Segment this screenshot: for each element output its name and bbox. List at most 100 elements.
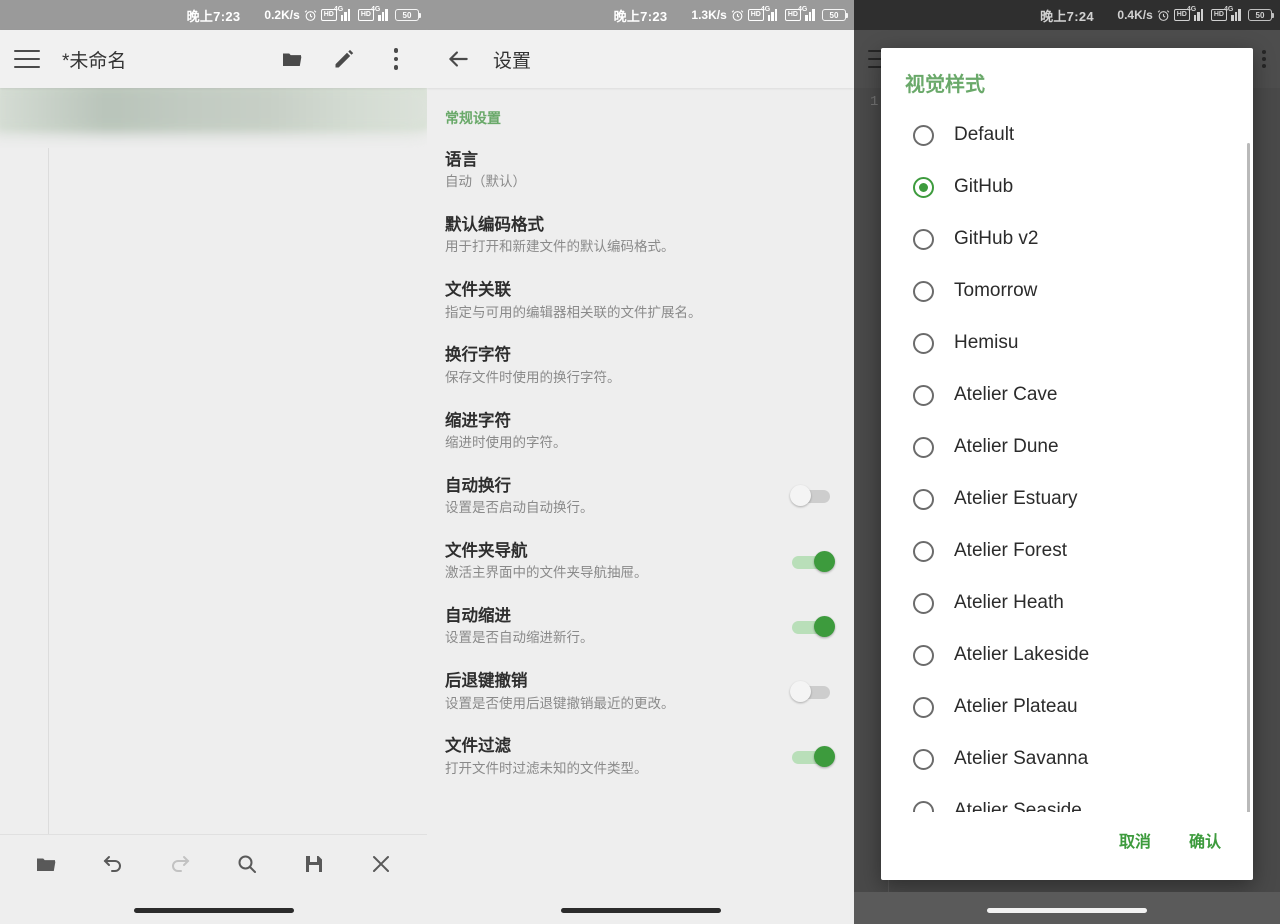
overflow-menu-icon[interactable] (379, 42, 413, 76)
pref-item[interactable]: 文件过滤 打开文件时过滤未知的文件类型。 (445, 724, 836, 789)
radio-option[interactable]: Atelier Plateau (889, 681, 1253, 733)
radio-icon[interactable] (913, 749, 934, 770)
radio-label: Atelier Estuary (954, 488, 1078, 510)
system-nav-bar-1 (0, 892, 427, 924)
menu-icon[interactable] (14, 50, 40, 68)
alarm-icon (304, 9, 317, 22)
pref-item[interactable]: 语言 自动（默认） (445, 138, 836, 203)
radio-icon[interactable] (913, 801, 934, 813)
pref-item[interactable]: 文件夹导航 激活主界面中的文件夹导航抽屉。 (445, 529, 836, 594)
back-arrow-icon[interactable] (441, 42, 475, 76)
confirm-button[interactable]: 确认 (1183, 822, 1227, 858)
pref-item[interactable]: 缩进字符 缩进时使用的字符。 (445, 399, 836, 464)
signal-icon-1: 4G (768, 9, 781, 21)
radio-option[interactable]: Atelier Forest (889, 525, 1253, 577)
radio-icon[interactable] (913, 281, 934, 302)
pref-summary: 设置是否使用后退键撤销最近的更改。 (445, 695, 780, 714)
redacted-content (0, 88, 427, 144)
pref-item[interactable]: 自动缩进 设置是否自动缩进新行。 (445, 594, 836, 659)
pref-summary: 缩进时使用的字符。 (445, 434, 836, 453)
pref-title: 语言 (445, 149, 836, 171)
radio-label: Tomorrow (954, 280, 1037, 302)
open-file-icon[interactable] (29, 847, 63, 881)
toggle-switch[interactable] (790, 681, 836, 703)
close-icon[interactable] (364, 847, 398, 881)
cancel-button[interactable]: 取消 (1113, 822, 1157, 858)
system-nav-bar-3 (854, 892, 1280, 924)
radio-label: Atelier Lakeside (954, 644, 1089, 666)
radio-icon[interactable] (913, 489, 934, 510)
radio-icon[interactable] (913, 229, 934, 250)
status-bar-editor: 晚上7:23 0.2K/s HD 4G HD 4G 50 (0, 0, 427, 30)
radio-option[interactable]: Tomorrow (889, 265, 1253, 317)
pref-text: 文件过滤 打开文件时过滤未知的文件类型。 (445, 735, 780, 778)
radio-option[interactable]: Atelier Cave (889, 369, 1253, 421)
panel-visual-style-dialog: 晚上7:24 0.4K/s HD 4G HD 4G 50 (854, 0, 1280, 924)
pref-title: 文件关联 (445, 279, 836, 301)
folder-open-icon[interactable] (275, 42, 309, 76)
radio-option[interactable]: Atelier Savanna (889, 733, 1253, 785)
gesture-pill[interactable] (987, 908, 1147, 913)
pref-item[interactable]: 后退键撤销 设置是否使用后退键撤销最近的更改。 (445, 659, 836, 724)
radio-option[interactable]: Atelier Seaside (889, 785, 1253, 812)
pref-text: 后退键撤销 设置是否使用后退键撤销最近的更改。 (445, 670, 780, 713)
radio-icon-selected[interactable] (913, 177, 934, 198)
radio-label: GitHub (954, 176, 1013, 198)
settings-list[interactable]: 常规设置 语言 自动（默认） 默认编码格式 用于打开和新建文件的默认编码格式。 … (427, 88, 854, 892)
gesture-pill[interactable] (561, 908, 721, 913)
toggle-switch[interactable] (790, 616, 836, 638)
radio-option[interactable]: Default (889, 109, 1253, 161)
status-icons: 1.3K/s HD 4G HD 4G 50 (691, 0, 846, 30)
radio-icon[interactable] (913, 541, 934, 562)
radio-icon[interactable] (913, 125, 934, 146)
status-bar-settings: 晚上7:23 1.3K/s HD 4G HD 4G 50 (427, 0, 854, 30)
page-title: 设置 (493, 46, 840, 73)
search-icon[interactable] (230, 847, 264, 881)
dialog-scrollbar[interactable] (1247, 143, 1250, 812)
blurred-text-blob (0, 88, 427, 134)
edit-pencil-icon[interactable] (327, 42, 361, 76)
radio-icon[interactable] (913, 385, 934, 406)
battery-indicator: 50 (395, 9, 419, 21)
toggle-switch[interactable] (790, 746, 836, 768)
toggle-switch[interactable] (790, 551, 836, 573)
radio-option[interactable]: Atelier Estuary (889, 473, 1253, 525)
text-editor-area[interactable] (0, 88, 427, 864)
toggle-switch[interactable] (790, 485, 836, 507)
system-nav-bar-2 (427, 892, 854, 924)
status-icons: 0.2K/s HD 4G HD 4G 50 (264, 0, 419, 30)
save-icon[interactable] (297, 847, 331, 881)
pref-title: 自动换行 (445, 475, 780, 497)
pref-text: 文件关联 指定与可用的编辑器相关联的文件扩展名。 (445, 279, 836, 322)
undo-icon[interactable] (96, 847, 130, 881)
network-type-2: 4G (798, 6, 807, 13)
radio-option[interactable]: Hemisu (889, 317, 1253, 369)
radio-icon[interactable] (913, 645, 934, 666)
pref-item[interactable]: 文件关联 指定与可用的编辑器相关联的文件扩展名。 (445, 268, 836, 333)
signal-icon-1: 4G (341, 9, 354, 21)
pref-text: 文件夹导航 激活主界面中的文件夹导航抽屉。 (445, 540, 780, 583)
radio-option[interactable]: Atelier Heath (889, 577, 1253, 629)
pref-item[interactable]: 自动换行 设置是否启动自动换行。 (445, 464, 836, 529)
pref-item[interactable]: 换行字符 保存文件时使用的换行字符。 (445, 333, 836, 398)
line-number-gutter-divider (48, 148, 49, 864)
redo-icon[interactable] (163, 847, 197, 881)
visual-style-dialog: 视觉样式 Default GitHub GitHub v2 Tomorrow (881, 48, 1253, 880)
radio-option[interactable]: GitHub (889, 161, 1253, 213)
switch-knob (790, 681, 811, 702)
pref-summary: 设置是否启动自动换行。 (445, 499, 780, 518)
radio-icon[interactable] (913, 437, 934, 458)
pref-item[interactable]: 默认编码格式 用于打开和新建文件的默认编码格式。 (445, 203, 836, 268)
pref-summary: 设置是否自动缩进新行。 (445, 629, 780, 648)
radio-option[interactable]: Atelier Dune (889, 421, 1253, 473)
radio-option[interactable]: Atelier Lakeside (889, 629, 1253, 681)
radio-icon[interactable] (913, 697, 934, 718)
radio-icon[interactable] (913, 333, 934, 354)
pref-title: 默认编码格式 (445, 214, 836, 236)
radio-icon[interactable] (913, 593, 934, 614)
radio-option[interactable]: GitHub v2 (889, 213, 1253, 265)
radio-label: Atelier Forest (954, 540, 1067, 562)
radio-label: Atelier Heath (954, 592, 1064, 614)
gesture-pill[interactable] (134, 908, 294, 913)
dialog-option-list[interactable]: Default GitHub GitHub v2 Tomorrow Hemisu (881, 109, 1253, 812)
